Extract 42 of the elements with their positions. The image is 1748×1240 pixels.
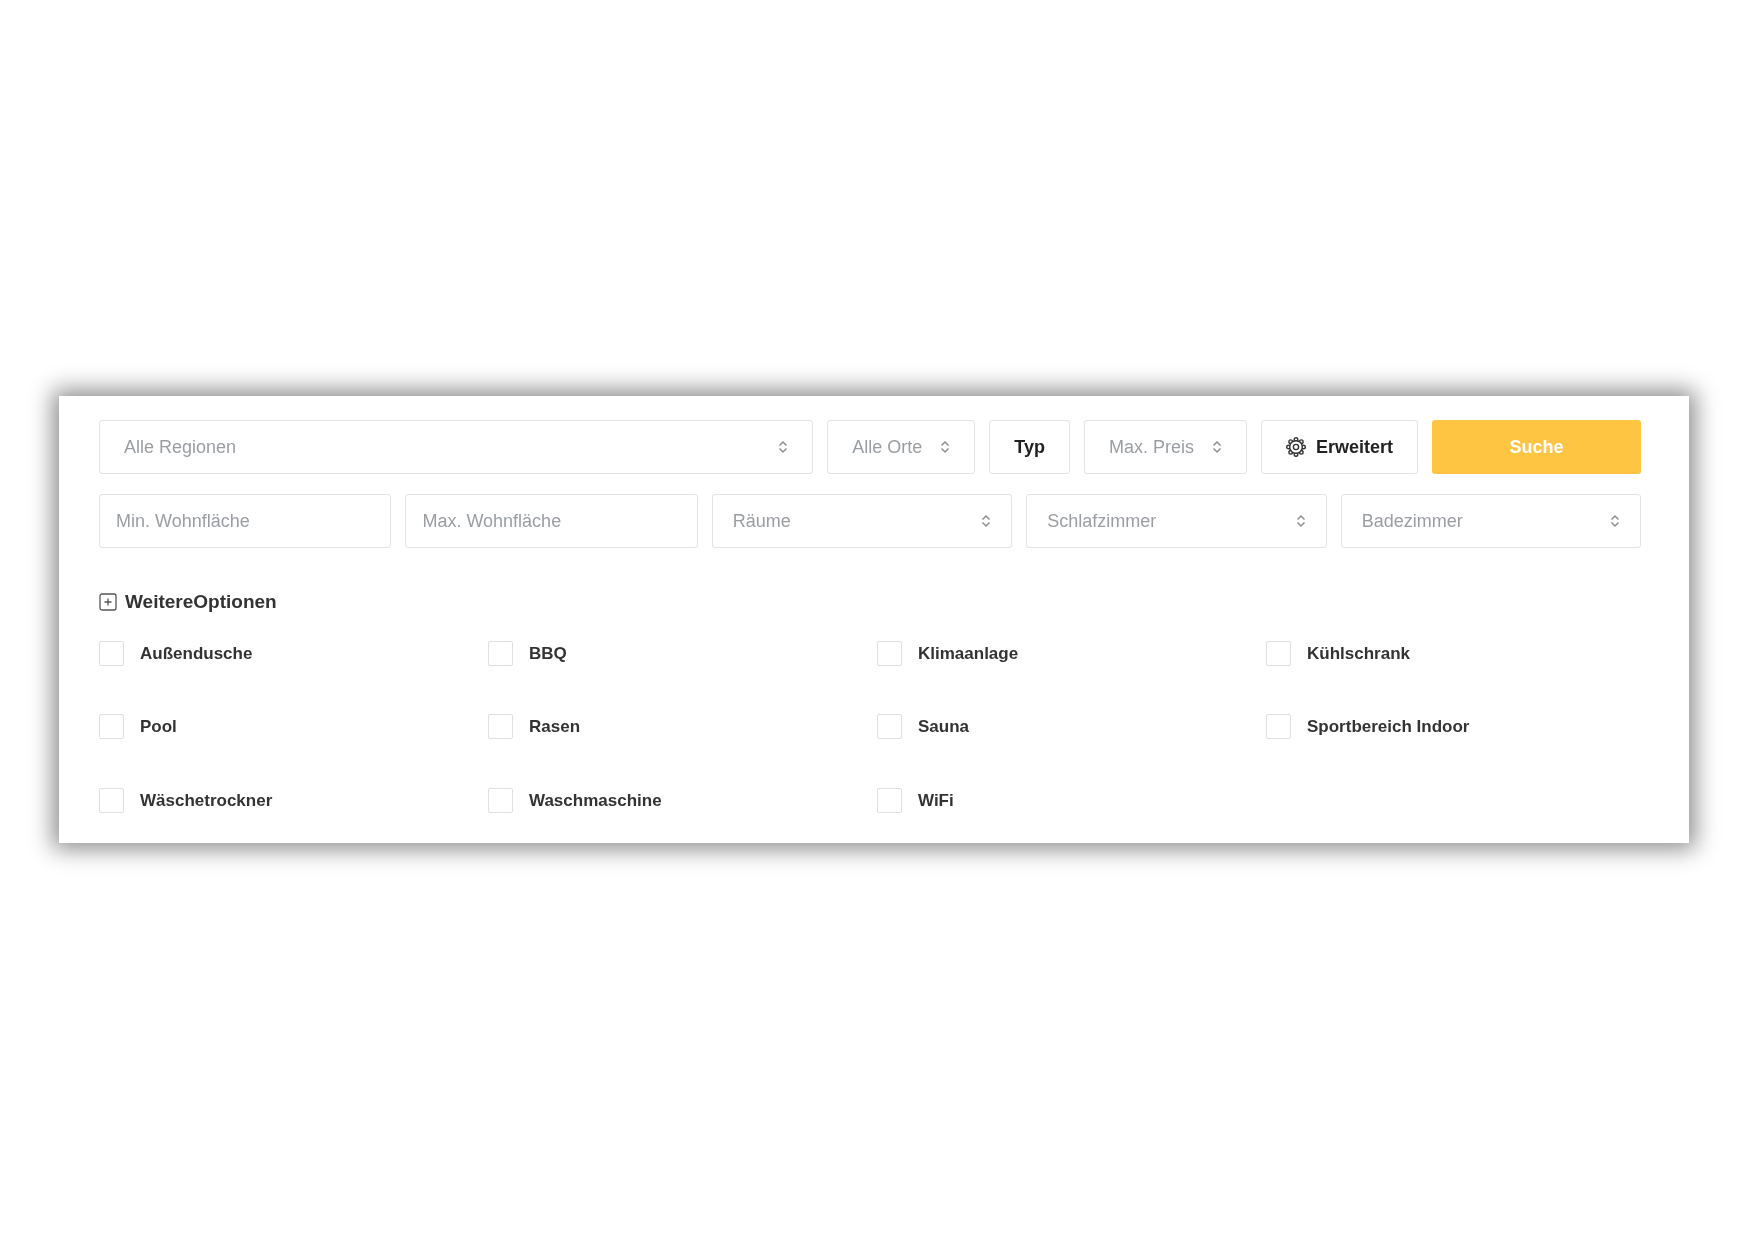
dropdown[interactable]: Badezimmer: [1340, 494, 1642, 548]
checkbox[interactable]: [99, 714, 124, 740]
checkbox-label: Rasen: [529, 716, 581, 738]
advanced-button[interactable]: Erweitert: [1260, 420, 1418, 474]
checkbox-label: Klimaanlage: [918, 642, 1019, 665]
checkbox[interactable]: [488, 787, 513, 813]
checkbox-label: Sportbereich Indoor: [1307, 716, 1470, 738]
more-options-toggle[interactable]: WeitereOptionen: [125, 588, 277, 617]
input-field[interactable]: Max. Wohnfläche: [405, 494, 698, 548]
checkbox[interactable]: [1266, 640, 1291, 666]
sort-caret-icon: [1211, 440, 1222, 454]
dropdown[interactable]: Räume: [711, 494, 1013, 548]
checkbox-label: Pool: [140, 716, 177, 738]
type-button[interactable]: Typ: [989, 420, 1070, 474]
checkbox[interactable]: [1266, 714, 1291, 740]
checkbox-label: Sauna: [918, 716, 970, 738]
dropdown[interactable]: Alle Regionen: [99, 420, 814, 474]
settings-icon: [1285, 437, 1306, 457]
checkbox[interactable]: [99, 787, 124, 813]
checkbox-label: Waschmaschine: [529, 789, 662, 812]
checkbox-label: Kühlschrank: [1307, 642, 1410, 665]
checkbox[interactable]: [99, 640, 124, 666]
checkbox[interactable]: [488, 714, 513, 740]
sort-caret-icon: [981, 514, 992, 528]
checkbox-label: Außendusche: [140, 642, 253, 665]
sort-caret-icon: [778, 440, 789, 454]
dropdown[interactable]: Schlafzimmer: [1026, 494, 1327, 548]
checkbox[interactable]: [877, 640, 902, 666]
input-field[interactable]: Min. Wohnfläche: [99, 494, 392, 548]
dropdown[interactable]: Alle Orte: [827, 420, 976, 474]
checkbox-label: Wäschetrockner: [140, 789, 273, 812]
checkbox-label: BBQ: [529, 642, 567, 665]
plus-square-icon[interactable]: [99, 593, 117, 612]
dropdown[interactable]: Max. Preis: [1083, 420, 1247, 474]
checkbox[interactable]: [488, 640, 513, 666]
sort-caret-icon: [1295, 514, 1306, 528]
search-button[interactable]: Suche: [1432, 420, 1641, 474]
checkbox-label: WiFi: [918, 789, 954, 812]
checkbox[interactable]: [877, 714, 902, 740]
checkbox[interactable]: [877, 787, 902, 813]
sort-caret-icon: [1610, 514, 1621, 528]
sort-caret-icon: [940, 440, 951, 454]
